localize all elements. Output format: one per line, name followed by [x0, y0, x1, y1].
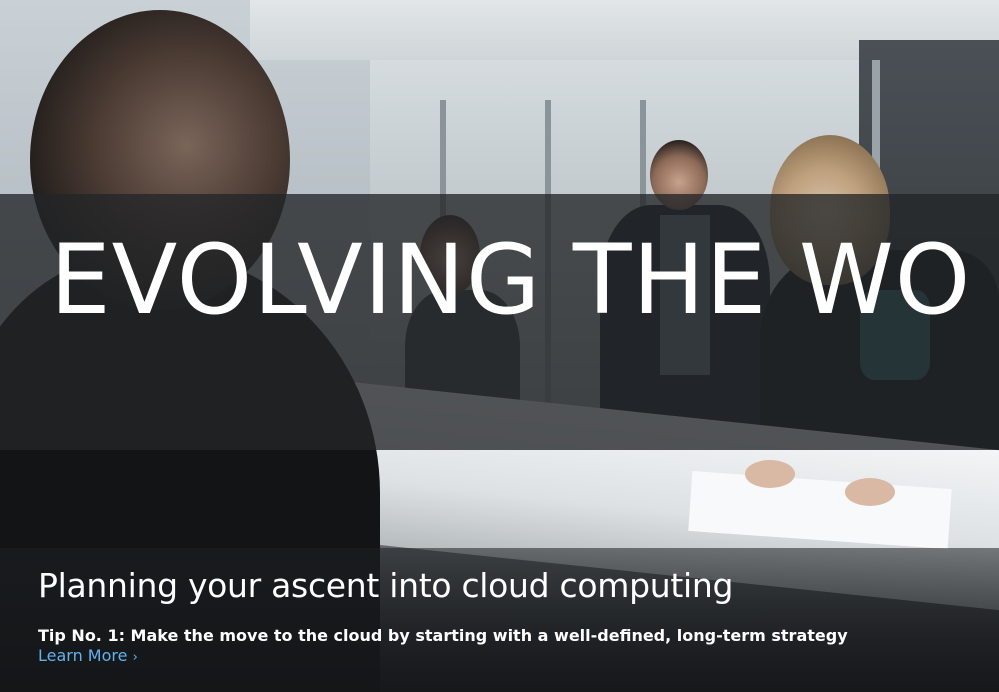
- chevron-right-icon: ›: [132, 650, 138, 665]
- learn-more-link[interactable]: Learn More ›: [38, 646, 138, 665]
- hero-title: EVOLVING THE WO: [50, 224, 972, 336]
- hand: [745, 460, 795, 488]
- promo-description-block: Tip No. 1: Make the move to the cloud by…: [38, 626, 858, 668]
- hand: [845, 478, 895, 506]
- title-banner: EVOLVING THE WO: [0, 194, 999, 450]
- promo-description: Tip No. 1: Make the move to the cloud by…: [38, 626, 848, 645]
- promo-heading: Planning your ascent into cloud computin…: [38, 566, 734, 605]
- learn-more-label: Learn More: [38, 646, 128, 665]
